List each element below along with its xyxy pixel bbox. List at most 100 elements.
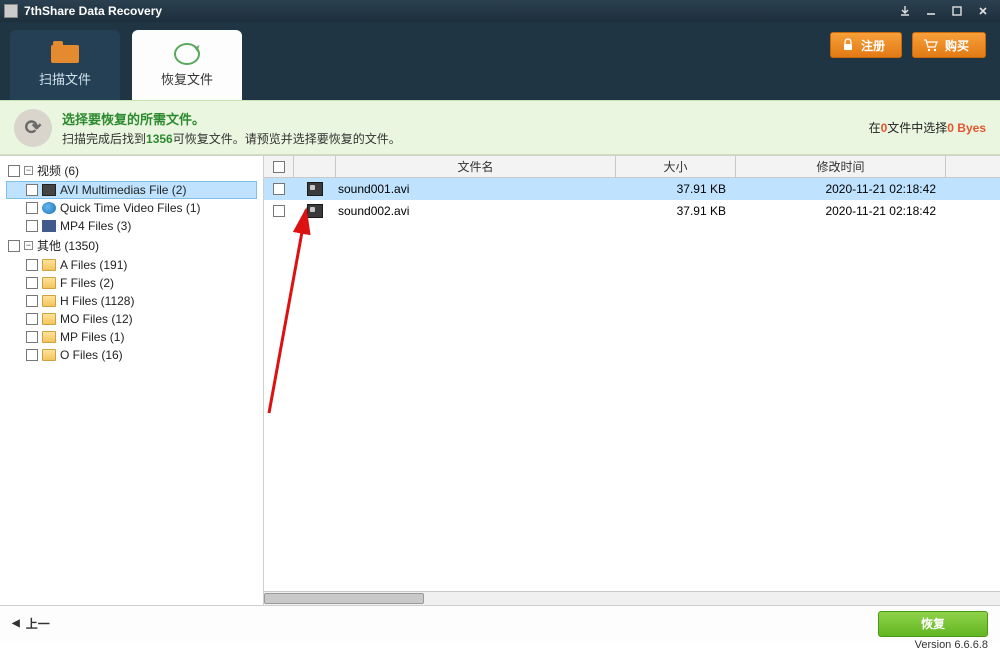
file-list-body[interactable]: sound001.avi 37.91 KB 2020-11-21 02:18:4… — [264, 178, 1000, 591]
download-icon[interactable] — [892, 2, 918, 20]
banner-title: 选择要恢复的所需文件。 — [62, 109, 859, 128]
checkbox[interactable] — [273, 183, 285, 195]
checkbox[interactable] — [26, 220, 38, 232]
tree-item[interactable]: O Files (16) — [6, 346, 257, 364]
checkbox[interactable] — [8, 240, 20, 252]
folder-icon — [47, 43, 83, 65]
recover-icon — [169, 43, 205, 65]
file-name: sound002.avi — [336, 204, 616, 218]
checkbox[interactable] — [26, 313, 38, 325]
file-name: sound001.avi — [336, 182, 616, 196]
tree-item[interactable]: MO Files (12) — [6, 310, 257, 328]
title-bar: 7thShare Data Recovery — [0, 0, 1000, 22]
file-type-icon — [42, 202, 56, 214]
app-title: 7thShare Data Recovery — [24, 4, 892, 18]
banner-subtitle: 扫描完成后找到1356可恢复文件。请预览并选择要恢复的文件。 — [62, 130, 859, 147]
tree-item-label: O Files (16) — [60, 348, 123, 362]
category-tree[interactable]: − 视频 (6) AVI Multimedias File (2) Quick … — [0, 156, 264, 605]
tree-item[interactable]: MP4 Files (3) — [6, 217, 257, 235]
file-type-icon — [42, 184, 56, 196]
scrollbar-thumb[interactable] — [264, 593, 424, 604]
maximize-button[interactable] — [944, 2, 970, 20]
tree-item[interactable]: H Files (1128) — [6, 292, 257, 310]
folder-icon — [42, 277, 56, 289]
tree-item[interactable]: F Files (2) — [6, 274, 257, 292]
app-icon — [4, 4, 18, 18]
status-banner: ⟳ 选择要恢复的所需文件。 扫描完成后找到1356可恢复文件。请预览并选择要恢复… — [0, 100, 1000, 155]
back-button[interactable]: 上一 — [12, 615, 50, 632]
header-checkbox-col[interactable] — [264, 156, 294, 177]
checkbox[interactable] — [26, 202, 38, 214]
tree-item[interactable]: MP Files (1) — [6, 328, 257, 346]
folder-icon — [42, 313, 56, 325]
tab-scan-files[interactable]: 扫描文件 — [10, 30, 120, 100]
tree-item-label: AVI Multimedias File (2) — [60, 183, 186, 197]
tab-scan-label: 扫描文件 — [39, 69, 91, 88]
register-label: 注册 — [861, 37, 885, 54]
checkbox[interactable] — [26, 277, 38, 289]
checkbox[interactable] — [26, 349, 38, 361]
window-buttons — [892, 2, 996, 20]
tree-item-label: MO Files (12) — [60, 312, 133, 326]
tree-item-label: Quick Time Video Files (1) — [60, 201, 201, 215]
recover-label: 恢复 — [921, 615, 945, 632]
file-date: 2020-11-21 02:18:42 — [736, 182, 946, 196]
video-file-icon — [307, 204, 323, 218]
selection-summary: 在0文件中选择0 Byes — [869, 119, 986, 136]
file-row[interactable]: sound002.avi 37.91 KB 2020-11-21 02:18:4… — [264, 200, 1000, 222]
tree-group-other[interactable]: − 其他 (1350) — [6, 235, 257, 256]
top-action-buttons: 注册 购买 — [830, 32, 986, 58]
recover-button[interactable]: 恢复 — [878, 611, 988, 637]
version-label: Version 6.6.6.8 — [0, 639, 1000, 648]
collapse-icon[interactable]: − — [24, 241, 33, 250]
back-label: 上一 — [26, 615, 50, 632]
folder-icon — [42, 349, 56, 361]
register-button[interactable]: 注册 — [830, 32, 902, 58]
header-date[interactable]: 修改时间 — [736, 156, 946, 177]
lock-icon — [841, 38, 855, 52]
tab-recover-label: 恢复文件 — [161, 69, 213, 88]
tree-group-video[interactable]: − 视频 (6) — [6, 160, 257, 181]
close-button[interactable] — [970, 2, 996, 20]
horizontal-scrollbar[interactable] — [264, 591, 1000, 605]
tree-item[interactable]: A Files (191) — [6, 256, 257, 274]
tree-item-label: A Files (191) — [60, 258, 127, 272]
tab-recover-files[interactable]: 恢复文件 — [132, 30, 242, 100]
tree-item-label: F Files (2) — [60, 276, 114, 290]
checkbox[interactable] — [26, 259, 38, 271]
header-size[interactable]: 大小 — [616, 156, 736, 177]
tree-label: 视频 (6) — [37, 162, 79, 179]
folder-icon — [42, 331, 56, 343]
header-icon-col — [294, 156, 336, 177]
main-tabs: 扫描文件 恢复文件 — [10, 30, 242, 100]
file-size: 37.91 KB — [616, 204, 736, 218]
file-date: 2020-11-21 02:18:42 — [736, 204, 946, 218]
found-count: 1356 — [146, 132, 173, 146]
checkbox[interactable] — [26, 295, 38, 307]
file-size: 37.91 KB — [616, 182, 736, 196]
checkbox[interactable] — [273, 205, 285, 217]
cart-icon — [923, 38, 939, 52]
file-row[interactable]: sound001.avi 37.91 KB 2020-11-21 02:18:4… — [264, 178, 1000, 200]
tree-label: 其他 (1350) — [37, 237, 99, 254]
checkbox[interactable] — [8, 165, 20, 177]
checkbox[interactable] — [26, 331, 38, 343]
folder-icon — [42, 295, 56, 307]
collapse-icon[interactable]: − — [24, 166, 33, 175]
scan-complete-icon: ⟳ — [14, 109, 52, 147]
buy-label: 购买 — [945, 37, 969, 54]
header-name[interactable]: 文件名 — [336, 156, 616, 177]
file-type-icon — [42, 220, 56, 232]
tree-item-label: MP4 Files (3) — [60, 219, 131, 233]
banner-text: 选择要恢复的所需文件。 扫描完成后找到1356可恢复文件。请预览并选择要恢复的文… — [62, 109, 859, 147]
tree-item[interactable]: Quick Time Video Files (1) — [6, 199, 257, 217]
file-list-header: 文件名 大小 修改时间 — [264, 156, 1000, 178]
minimize-button[interactable] — [918, 2, 944, 20]
folder-icon — [42, 259, 56, 271]
top-strip: 扫描文件 恢复文件 注册 购买 — [0, 22, 1000, 100]
bottom-bar: 上一 恢复 — [0, 605, 1000, 641]
tree-item[interactable]: AVI Multimedias File (2) — [6, 181, 257, 199]
buy-button[interactable]: 购买 — [912, 32, 986, 58]
main-content: − 视频 (6) AVI Multimedias File (2) Quick … — [0, 155, 1000, 605]
checkbox[interactable] — [26, 184, 38, 196]
